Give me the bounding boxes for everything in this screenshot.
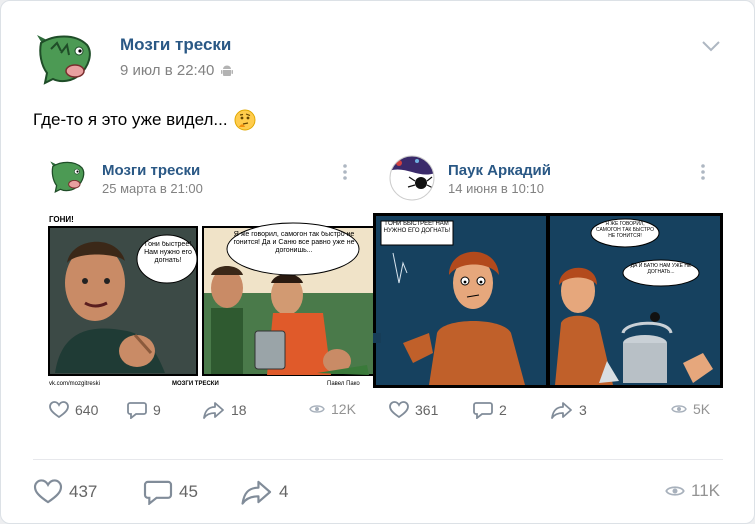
comment-button[interactable]: 45: [143, 479, 198, 505]
comment-button[interactable]: 2: [473, 401, 507, 419]
share-count: 18: [231, 402, 247, 418]
repost-stats: 640 9 18 12K: [47, 401, 377, 423]
post-actions: 437 45 4 11K: [1, 475, 755, 509]
eye-icon: [665, 486, 685, 496]
comment-icon: [127, 402, 147, 419]
views-count: 12K: [331, 401, 356, 417]
comic-bubble-3: ДА И БАТЮ НАМ УЖЕ НЕ ДОГНАТЬ...: [630, 263, 692, 275]
comic-footer-mid: МОЗГИ ТРЕСКИ: [172, 381, 219, 387]
share-count: 4: [279, 482, 289, 501]
comment-count: 2: [499, 402, 507, 418]
comic-bubble-2: Я ЖЕ ГОВОРИЛ, САМОГОН ТАК БЫСТРО НЕ ГОНИ…: [595, 221, 655, 239]
post-text: Где-то я это уже видел...: [33, 109, 256, 131]
fish-avatar-icon[interactable]: [49, 157, 87, 195]
like-count: 437: [69, 482, 98, 501]
comic-bubble-2: Я же говорил, самогон так быстро не гони…: [233, 231, 355, 254]
fish-avatar-icon: [37, 35, 91, 85]
repost-time[interactable]: 25 марта в 21:00: [102, 181, 203, 196]
android-icon: [221, 65, 234, 76]
share-icon: [551, 402, 572, 419]
comic-image[interactable]: ГОНИ БЫСТРЕЕ! НАМ НУЖНО ЕГО ДОГНАТЬ! Я Ж…: [373, 213, 723, 388]
post-text-content: Где-то я это уже видел...: [33, 110, 228, 129]
post-time[interactable]: 9 июл в 22:40: [120, 62, 234, 79]
post-card: Мозги трески 9 июл в 22:40 Где-то я это …: [0, 0, 755, 524]
repost-author[interactable]: Паук Аркадий: [448, 162, 551, 179]
heart-icon: [49, 401, 69, 419]
thinking-emoji-icon: [234, 109, 256, 131]
views-count: 5K: [693, 401, 711, 417]
views-counter: 11K: [665, 481, 720, 501]
comic-bubble-1: ГОНИ БЫСТРЕЕ! НАМ НУЖНО ЕГО ДОГНАТЬ!: [383, 221, 451, 234]
comment-icon: [143, 480, 173, 505]
heart-icon: [33, 479, 63, 504]
repost-author[interactable]: Мозги трески: [102, 162, 200, 179]
comic-title: ГОНИ!: [49, 215, 74, 224]
heart-icon: [389, 401, 409, 419]
comment-button[interactable]: 9: [127, 401, 161, 419]
comment-icon: [473, 402, 493, 419]
share-button[interactable]: 4: [241, 479, 288, 505]
views-count: 11K: [691, 481, 720, 500]
more-dots-icon[interactable]: [700, 163, 706, 181]
share-icon: [203, 402, 224, 419]
like-count: 361: [415, 402, 439, 418]
like-count: 640: [75, 402, 99, 418]
comic-footer-left: vk.com/mozgitreski: [49, 381, 100, 387]
chevron-down-icon[interactable]: [701, 39, 721, 53]
share-count: 3: [579, 402, 587, 418]
divider: [33, 459, 723, 460]
comment-count: 45: [179, 482, 198, 501]
like-button[interactable]: 361: [389, 401, 438, 419]
share-button[interactable]: 18: [203, 401, 247, 419]
share-button[interactable]: 3: [551, 401, 587, 419]
like-button[interactable]: 640: [49, 401, 98, 419]
post-time-text: 9 июл в 22:40: [120, 62, 215, 79]
share-icon: [241, 480, 272, 505]
spider-avatar-icon[interactable]: [389, 155, 435, 201]
author-name[interactable]: Мозги трески: [120, 35, 231, 55]
comic-footer-right: Павел Пако: [327, 381, 360, 387]
views-counter: 12K: [309, 401, 356, 417]
comic-bubble-1: Гони быстрее! Нам нужно его догнать!: [144, 241, 192, 264]
views-counter: 5K: [671, 401, 710, 417]
repost-stats: 361 2 3 5K: [389, 401, 719, 423]
eye-icon: [309, 405, 325, 413]
more-dots-icon[interactable]: [342, 163, 348, 181]
like-button[interactable]: 437: [33, 479, 97, 505]
comment-count: 9: [153, 402, 161, 418]
author-avatar[interactable]: [35, 31, 95, 85]
repost-time[interactable]: 14 июня в 10:10: [448, 181, 544, 196]
comic-image[interactable]: ГОНИ! Гони быстрее! Нам нужно его догнат…: [47, 213, 377, 388]
eye-icon: [671, 405, 687, 413]
